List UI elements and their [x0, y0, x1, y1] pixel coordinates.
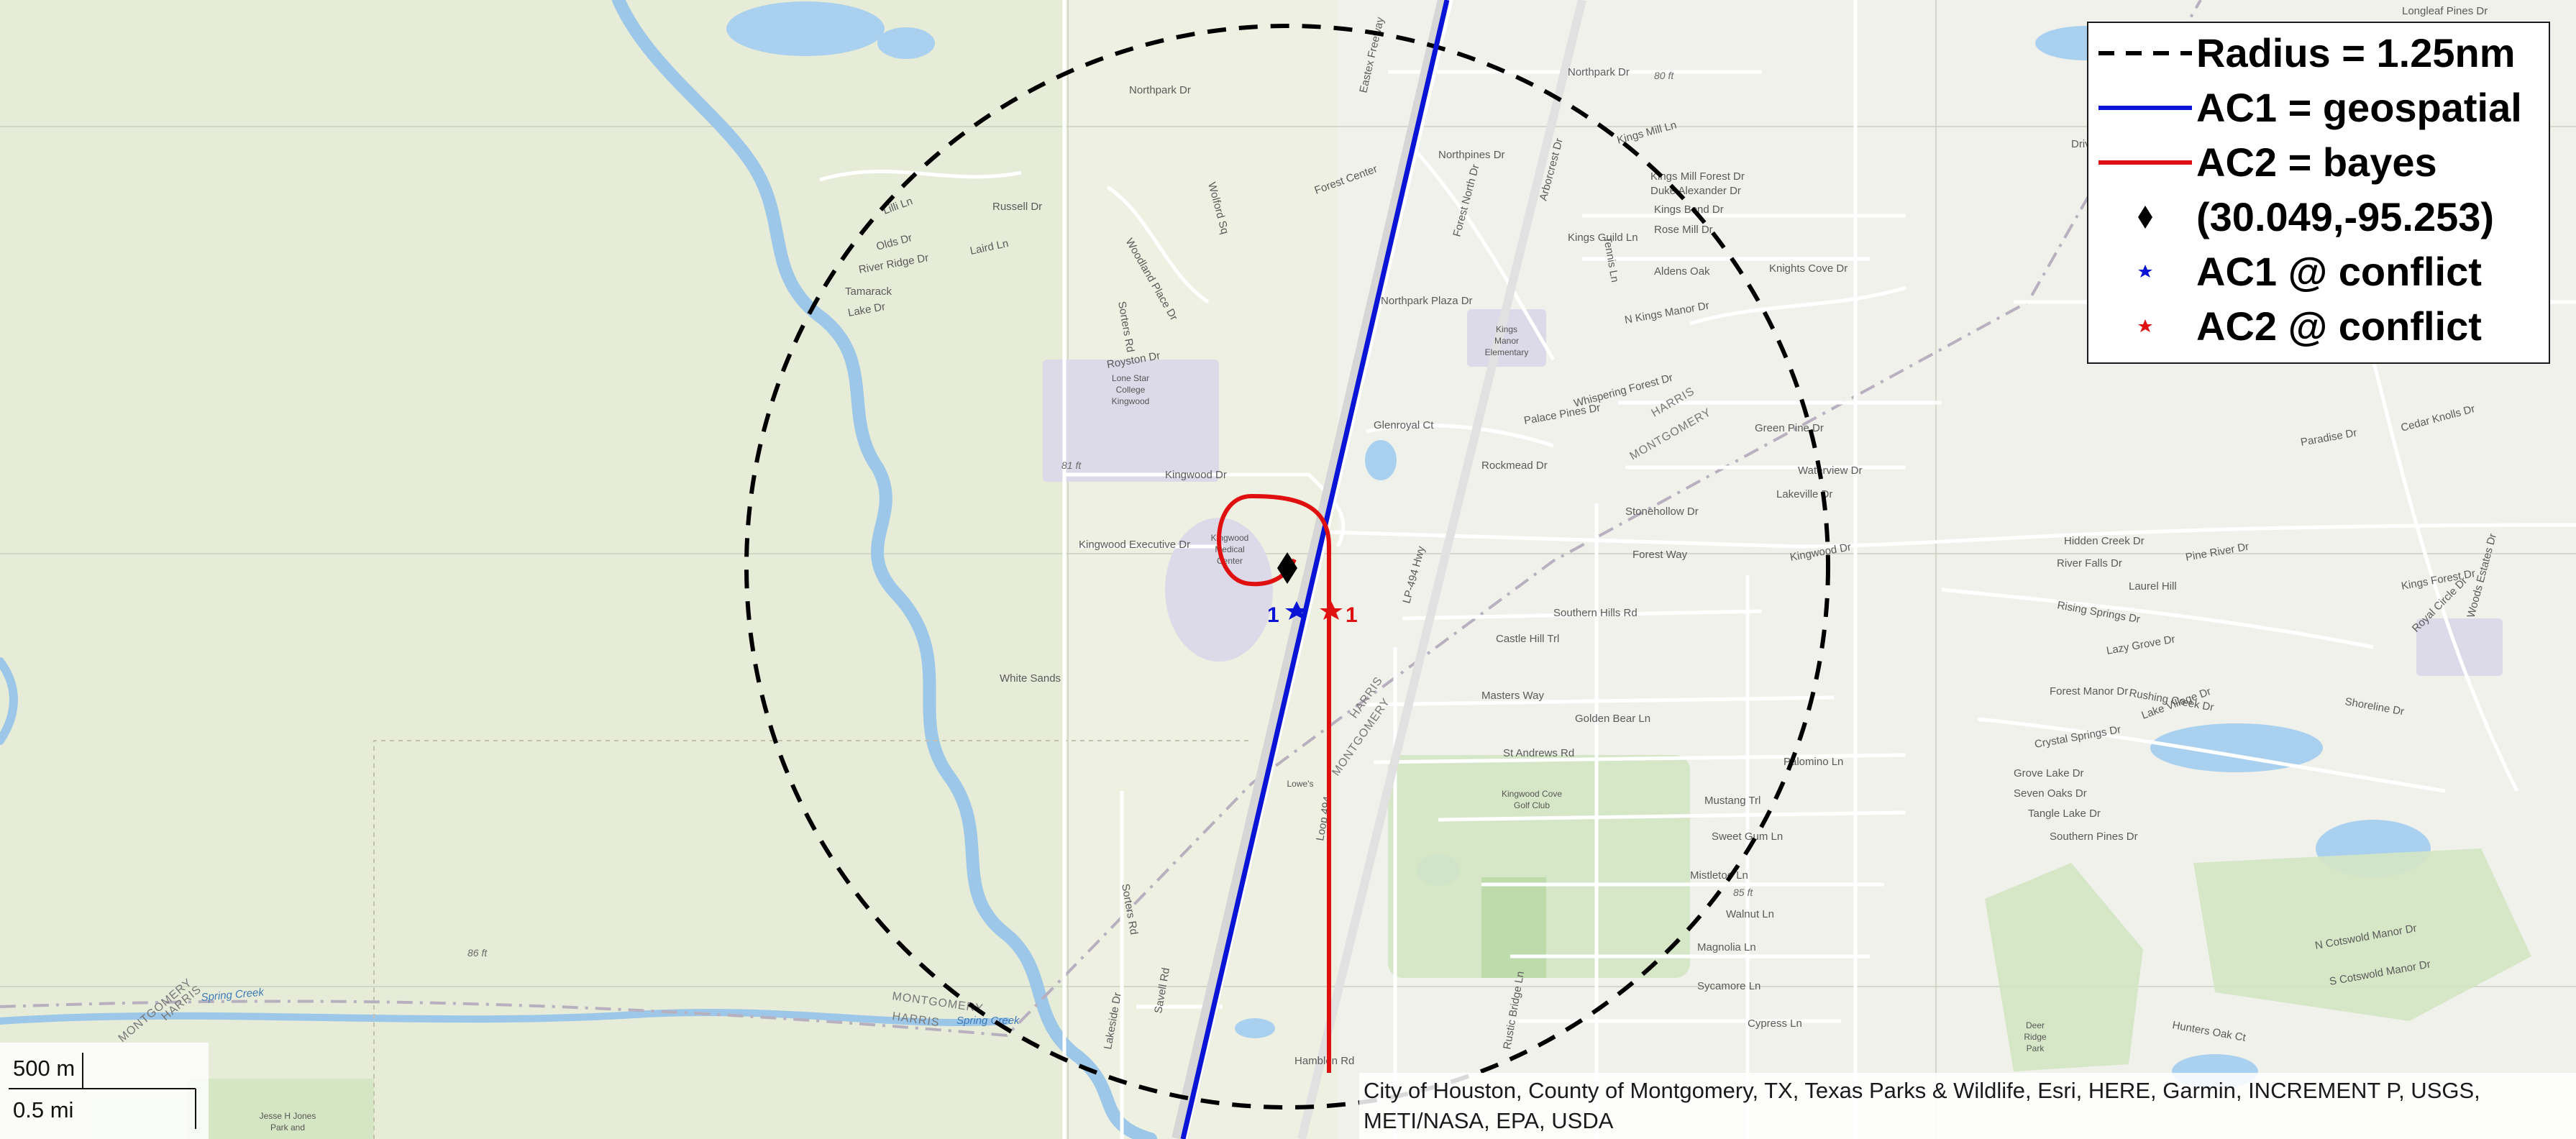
svg-text:Cypress Ln: Cypress Ln [1748, 1017, 1802, 1030]
svg-text:Kingwood Dr: Kingwood Dr [1165, 469, 1227, 481]
scale-imperial: 0.5 mi [13, 1097, 74, 1122]
svg-text:Manor: Manor [1494, 336, 1519, 346]
svg-text:Lone Star: Lone Star [1112, 373, 1149, 383]
scale-bar: 500 m 0.5 mi [0, 1043, 209, 1139]
legend-row-ac2-conflict: AC2 @ conflict [2088, 299, 2549, 354]
svg-text:Hidden Creek Dr: Hidden Creek Dr [2064, 535, 2145, 547]
svg-text:Northpines Dr: Northpines Dr [1438, 149, 1505, 161]
legend: Radius = 1.25nm AC1 = geospatial AC2 = b… [2087, 22, 2550, 364]
svg-text:86 ft: 86 ft [467, 947, 488, 959]
svg-text:Duke Alexander Dr: Duke Alexander Dr [1650, 185, 1741, 197]
svg-text:Golf Club: Golf Club [1514, 800, 1550, 810]
svg-text:Glenroyal Ct: Glenroyal Ct [1374, 419, 1434, 431]
legend-row-point: (30.049,-95.253) [2088, 190, 2549, 244]
svg-text:Castle Hill Trl: Castle Hill Trl [1496, 633, 1559, 645]
svg-text:Rose Mill Dr: Rose Mill Dr [1654, 224, 1713, 236]
svg-text:Forest Manor Dr: Forest Manor Dr [2050, 685, 2128, 697]
diamond-icon [2138, 206, 2152, 229]
svg-text:Kings Mill Forest Dr: Kings Mill Forest Dr [1650, 170, 1745, 183]
svg-text:Stonehollow Dr: Stonehollow Dr [1625, 506, 1699, 518]
legend-row-radius: Radius = 1.25nm [2088, 26, 2549, 81]
svg-text:Longleaf Pines Dr: Longleaf Pines Dr [2402, 5, 2488, 17]
svg-text:Jesse H Jones: Jesse H Jones [260, 1111, 316, 1121]
svg-text:Masters Way: Masters Way [1481, 690, 1544, 702]
svg-text:Southern Pines Dr: Southern Pines Dr [2050, 831, 2138, 843]
svg-text:Kingwood: Kingwood [1211, 533, 1249, 543]
svg-text:Ridge: Ridge [2024, 1032, 2047, 1042]
svg-text:Kingwood Executive Dr: Kingwood Executive Dr [1079, 539, 1190, 551]
dashed-line-icon [2098, 51, 2192, 55]
svg-text:Tangle Lake Dr: Tangle Lake Dr [2028, 808, 2101, 820]
legend-label-radius: Radius = 1.25nm [2196, 30, 2516, 76]
scale-metric: 500 m [13, 1056, 76, 1081]
svg-text:Forest Way: Forest Way [1632, 549, 1688, 561]
svg-text:Seven Oaks Dr: Seven Oaks Dr [2014, 787, 2087, 800]
ac1-conflict-label: 1 [1267, 603, 1279, 627]
svg-text:Grove Lake Dr: Grove Lake Dr [2014, 767, 2084, 779]
svg-text:Southern Hills Rd: Southern Hills Rd [1553, 607, 1638, 619]
legend-label-ac1: AC1 = geospatial [2196, 85, 2522, 130]
svg-text:Mistletoe Ln: Mistletoe Ln [1690, 869, 1748, 882]
svg-text:Tamarack: Tamarack [845, 285, 892, 298]
svg-text:Laurel Hill: Laurel Hill [2129, 580, 2177, 593]
svg-text:Kingwood: Kingwood [1112, 396, 1150, 406]
svg-text:College: College [1116, 385, 1146, 395]
svg-text:80 ft: 80 ft [1654, 70, 1674, 81]
svg-text:Northpark Dr: Northpark Dr [1568, 66, 1630, 78]
legend-row-ac2: AC2 = bayes [2088, 135, 2549, 190]
svg-text:Hamblen Rd: Hamblen Rd [1294, 1055, 1354, 1067]
svg-text:Elementary: Elementary [1485, 347, 1529, 357]
svg-text:Park: Park [2027, 1043, 2045, 1053]
map-attribution: City of Houston, County of Montgomery, T… [1359, 1073, 2576, 1139]
ac2-conflict-label: 1 [1346, 603, 1358, 627]
svg-text:Kings Guild Ln: Kings Guild Ln [1568, 232, 1638, 244]
legend-label-ac1-conflict: AC1 @ conflict [2196, 249, 2482, 294]
svg-text:Kings Bend Dr: Kings Bend Dr [1654, 203, 1724, 216]
svg-text:81 ft: 81 ft [1061, 459, 1082, 471]
svg-text:Golden Bear Ln: Golden Bear Ln [1575, 713, 1650, 725]
svg-text:Sycamore Ln: Sycamore Ln [1697, 980, 1760, 992]
svg-text:Magnolia Ln: Magnolia Ln [1697, 941, 1756, 953]
svg-text:Walnut Ln: Walnut Ln [1726, 908, 1774, 920]
legend-row-ac1: AC1 = geospatial [2088, 81, 2549, 135]
svg-text:Northpark Plaza Dr: Northpark Plaza Dr [1381, 295, 1473, 307]
legend-row-ac1-conflict: AC1 @ conflict [2088, 244, 2549, 299]
svg-text:Deer: Deer [2026, 1020, 2045, 1030]
svg-text:Rockmead Dr: Rockmead Dr [1481, 459, 1548, 472]
svg-text:White Sands: White Sands [1000, 672, 1061, 685]
svg-text:85 ft: 85 ft [1733, 887, 1753, 898]
legend-label-ac2: AC2 = bayes [2196, 139, 2437, 185]
svg-text:Kings: Kings [1496, 324, 1517, 334]
svg-text:Mustang Trl: Mustang Trl [1704, 795, 1760, 807]
svg-text:Knights Cove Dr: Knights Cove Dr [1769, 262, 1847, 275]
water-label-spring-creek-2: Spring Creek [956, 1015, 1020, 1027]
svg-text:Waterview Dr: Waterview Dr [1798, 465, 1862, 477]
red-line-icon [2098, 160, 2192, 165]
legend-label-ac2-conflict: AC2 @ conflict [2196, 303, 2482, 349]
blue-line-icon [2098, 106, 2192, 110]
svg-text:Northpark Dr: Northpark Dr [1129, 84, 1191, 96]
svg-text:Lowe's: Lowe's [1287, 779, 1314, 789]
svg-text:River Falls Dr: River Falls Dr [2057, 557, 2122, 570]
svg-text:Sweet Gum Ln: Sweet Gum Ln [1712, 831, 1783, 843]
svg-text:Aldens Oak: Aldens Oak [1654, 265, 1710, 278]
svg-text:Kingwood Cove: Kingwood Cove [1502, 789, 1562, 799]
legend-label-point: (30.049,-95.253) [2196, 194, 2495, 239]
blue-star-icon [2138, 265, 2152, 278]
svg-text:Park and: Park and [270, 1122, 305, 1133]
svg-text:St Andrews Rd: St Andrews Rd [1503, 747, 1574, 759]
svg-text:Russell Dr: Russell Dr [992, 201, 1042, 213]
red-star-icon [2138, 319, 2152, 332]
